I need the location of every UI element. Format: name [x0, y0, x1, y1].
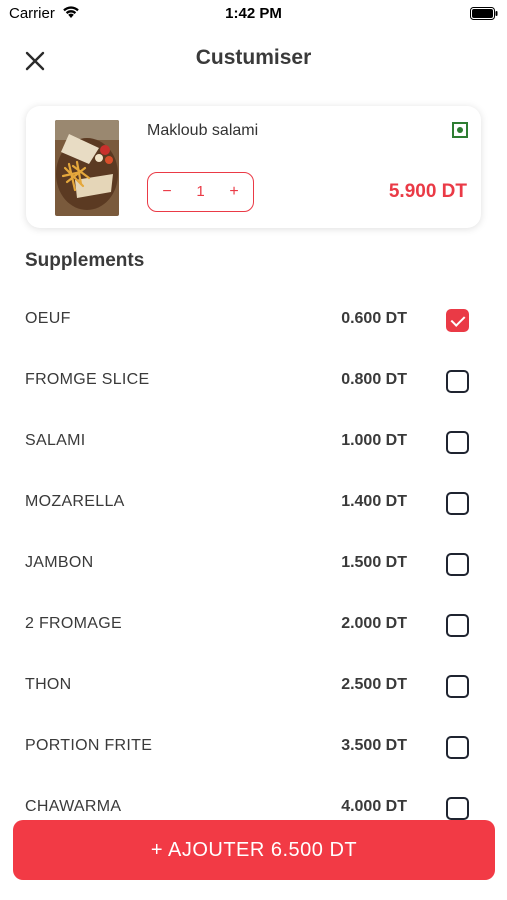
- page-title: Custumiser: [195, 46, 312, 69]
- supplement-price: 3.500 DT: [341, 737, 407, 754]
- supplement-row-fromge-slice[interactable]: FROMGE SLICE 0.800 DT: [0, 361, 507, 401]
- supplement-checkbox[interactable]: [446, 309, 469, 332]
- supplement-checkbox[interactable]: [446, 492, 469, 515]
- supplement-checkbox[interactable]: [446, 614, 469, 637]
- veg-indicator-icon: [452, 122, 468, 138]
- supplement-name: SALAMI: [25, 432, 86, 449]
- supplements-title: Supplements: [25, 250, 145, 271]
- quantity-value: 1: [196, 183, 205, 200]
- supplement-name: JAMBON: [25, 554, 94, 571]
- supplement-name: OEUF: [25, 310, 71, 327]
- supplement-checkbox[interactable]: [446, 675, 469, 698]
- close-icon: [22, 51, 48, 78]
- supplement-price: 1.400 DT: [341, 493, 407, 510]
- add-to-cart-button[interactable]: + AJOUTER 6.500 DT: [13, 820, 495, 880]
- supplement-price: 0.600 DT: [341, 310, 407, 327]
- supplement-row-jambon[interactable]: JAMBON 1.500 DT: [0, 544, 507, 584]
- product-image: [55, 120, 119, 216]
- supplement-name: CHAWARMA: [25, 798, 122, 815]
- increase-quantity-button[interactable]: +: [217, 173, 251, 210]
- supplement-price: 2.500 DT: [341, 676, 407, 693]
- supplement-name: FROMGE SLICE: [25, 371, 150, 388]
- supplement-row-mozarella[interactable]: MOZARELLA 1.400 DT: [0, 483, 507, 523]
- supplement-row-salami[interactable]: SALAMI 1.000 DT: [0, 422, 507, 462]
- status-bar: Carrier 1:42 PM: [0, 0, 507, 28]
- supplement-price: 4.000 DT: [341, 798, 407, 815]
- supplement-name: 2 FROMAGE: [25, 615, 122, 632]
- supplement-checkbox[interactable]: [446, 553, 469, 576]
- header: Custumiser: [0, 38, 507, 82]
- product-name: Makloub salami: [147, 122, 259, 139]
- supplement-row-thon[interactable]: THON 2.500 DT: [0, 666, 507, 706]
- supplement-row-2-fromage[interactable]: 2 FROMAGE 2.000 DT: [0, 605, 507, 645]
- close-button[interactable]: [22, 48, 48, 74]
- supplement-row-oeuf[interactable]: OEUF 0.600 DT: [0, 300, 507, 340]
- supplement-row-portion-frite[interactable]: PORTION FRITE 3.500 DT: [0, 727, 507, 767]
- supplement-name: PORTION FRITE: [25, 737, 153, 754]
- product-card: Makloub salami − 1 + 5.900 DT: [26, 106, 481, 228]
- quantity-stepper: − 1 +: [147, 172, 254, 212]
- supplement-checkbox[interactable]: [446, 370, 469, 393]
- supplement-price: 0.800 DT: [341, 371, 407, 388]
- battery-icon: [470, 7, 498, 24]
- supplement-checkbox[interactable]: [446, 431, 469, 454]
- decrease-quantity-button[interactable]: −: [150, 173, 184, 210]
- product-price: 5.900 DT: [388, 181, 467, 202]
- supplement-checkbox[interactable]: [446, 797, 469, 820]
- supplement-name: THON: [25, 676, 72, 693]
- supplement-price: 1.000 DT: [341, 432, 407, 449]
- supplement-checkbox[interactable]: [446, 736, 469, 759]
- supplement-price: 1.500 DT: [341, 554, 407, 571]
- supplement-price: 2.000 DT: [341, 615, 407, 632]
- status-time: 1:42 PM: [225, 5, 282, 22]
- supplement-name: MOZARELLA: [25, 493, 125, 510]
